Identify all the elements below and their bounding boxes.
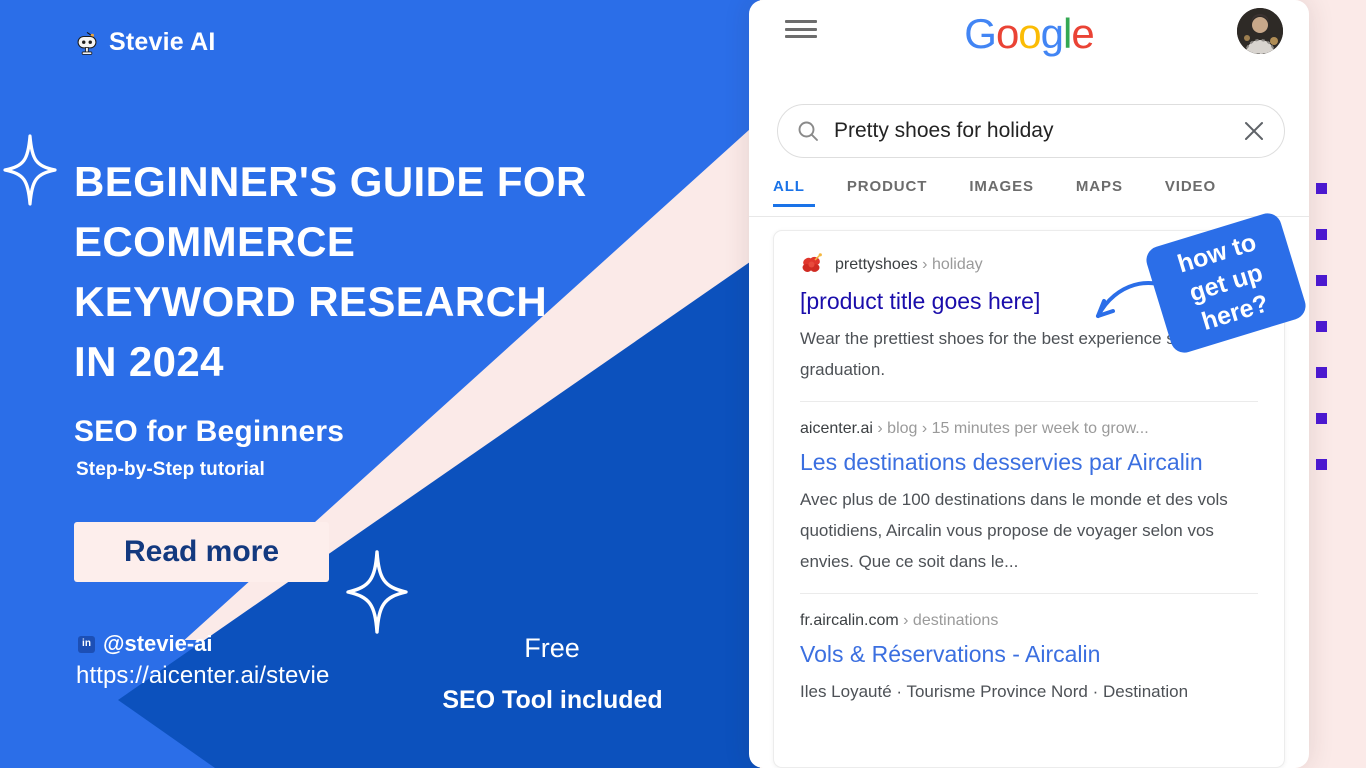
subtitle: SEO for Beginners	[74, 415, 345, 448]
user-avatar-image	[1237, 8, 1283, 54]
phone-mockup: Google A	[749, 0, 1309, 768]
decorative-dot	[1316, 459, 1327, 470]
close-icon[interactable]	[1242, 119, 1266, 143]
result-snippet: Avec plus de 100 destinations dans le mo…	[800, 489, 1228, 571]
result-domain: aicenter.ai › blog › 15 minutes per week…	[800, 420, 1149, 438]
tab-product[interactable]: PRODUCT	[847, 174, 927, 207]
linkedin-icon: in	[78, 635, 95, 653]
result-path: › destinations	[903, 611, 999, 629]
sparkle-icon	[3, 134, 57, 206]
search-bar[interactable]	[777, 104, 1285, 158]
social-handle-row[interactable]: in @stevie-ai	[78, 631, 213, 657]
result-path: › blog › 15 minutes per week to grow...	[877, 419, 1149, 437]
sparkle-icon	[346, 550, 408, 634]
poster-canvas: Stevie AI BEGINNER'S GUIDE FOR ECOMMERCE…	[0, 0, 1366, 768]
search-input[interactable]	[834, 119, 1234, 143]
avatar[interactable]	[1237, 8, 1283, 54]
kicker-text: Step-by-Step tutorial	[76, 459, 265, 480]
result-domain-name: prettyshoes	[835, 256, 918, 273]
result-path: › holiday	[922, 256, 983, 273]
result-title-link[interactable]: Les destinations desservies par Aircalin	[800, 448, 1258, 478]
result-domain: prettyshoes › holiday	[835, 256, 983, 274]
tab-images[interactable]: IMAGES	[969, 174, 1034, 207]
headline-line-3: KEYWORD RESEARCH	[74, 278, 548, 325]
promo-line-1: Free	[524, 633, 580, 663]
decorative-dot	[1316, 321, 1327, 332]
decorative-dots	[1300, 0, 1366, 768]
google-logo: Google	[964, 10, 1094, 57]
tab-video[interactable]: VIDEO	[1165, 174, 1216, 207]
read-more-button[interactable]: Read more	[74, 522, 329, 582]
tab-maps[interactable]: MAPS	[1076, 174, 1123, 207]
headline-line-1: BEGINNER'S GUIDE FOR	[74, 158, 587, 205]
robot-icon	[77, 31, 97, 55]
promo-line-2: SEO Tool included	[442, 686, 663, 714]
social-handle: @stevie-ai	[103, 631, 213, 656]
result-snippet: Iles Loyauté · Tourisme Province Nord · …	[800, 681, 1189, 701]
tabs-divider	[749, 216, 1309, 217]
search-result-item: aicenter.ai › blog › 15 minutes per week…	[800, 400, 1258, 593]
decorative-dot	[1316, 413, 1327, 424]
search-result-item: fr.aircalin.com › destinations Vols & Ré…	[800, 592, 1258, 723]
decorative-dot	[1316, 275, 1327, 286]
tab-all[interactable]: ALL	[773, 174, 815, 207]
result-breadcrumb: aicenter.ai › blog › 15 minutes per week…	[800, 420, 1258, 438]
headline-line-2: ECOMMERCE	[74, 218, 356, 265]
hamburger-menu-icon[interactable]	[785, 16, 817, 42]
brand-logo-group: Stevie AI	[74, 28, 215, 57]
site-url[interactable]: https://aicenter.ai/stevie	[76, 662, 329, 690]
result-domain-name: fr.aircalin.com	[800, 611, 899, 629]
result-title-link[interactable]: Vols & Réservations - Aircalin	[800, 640, 1258, 670]
hibiscus-flower-icon	[802, 253, 822, 272]
result-domain-name: aicenter.ai	[800, 419, 873, 437]
search-tabs: ALL PRODUCT IMAGES MAPS VIDEO	[773, 174, 1309, 216]
decorative-dot	[1316, 229, 1327, 240]
decorative-dot	[1316, 367, 1327, 378]
headline-line-4: IN 2024	[74, 338, 224, 385]
result-domain: fr.aircalin.com › destinations	[800, 612, 998, 630]
brand-name: Stevie AI	[109, 28, 216, 56]
page-title: BEGINNER'S GUIDE FOR ECOMMERCE KEYWORD R…	[74, 152, 674, 392]
search-icon	[798, 121, 818, 141]
decorative-dot	[1316, 183, 1327, 194]
result-breadcrumb: fr.aircalin.com › destinations	[800, 612, 1258, 630]
